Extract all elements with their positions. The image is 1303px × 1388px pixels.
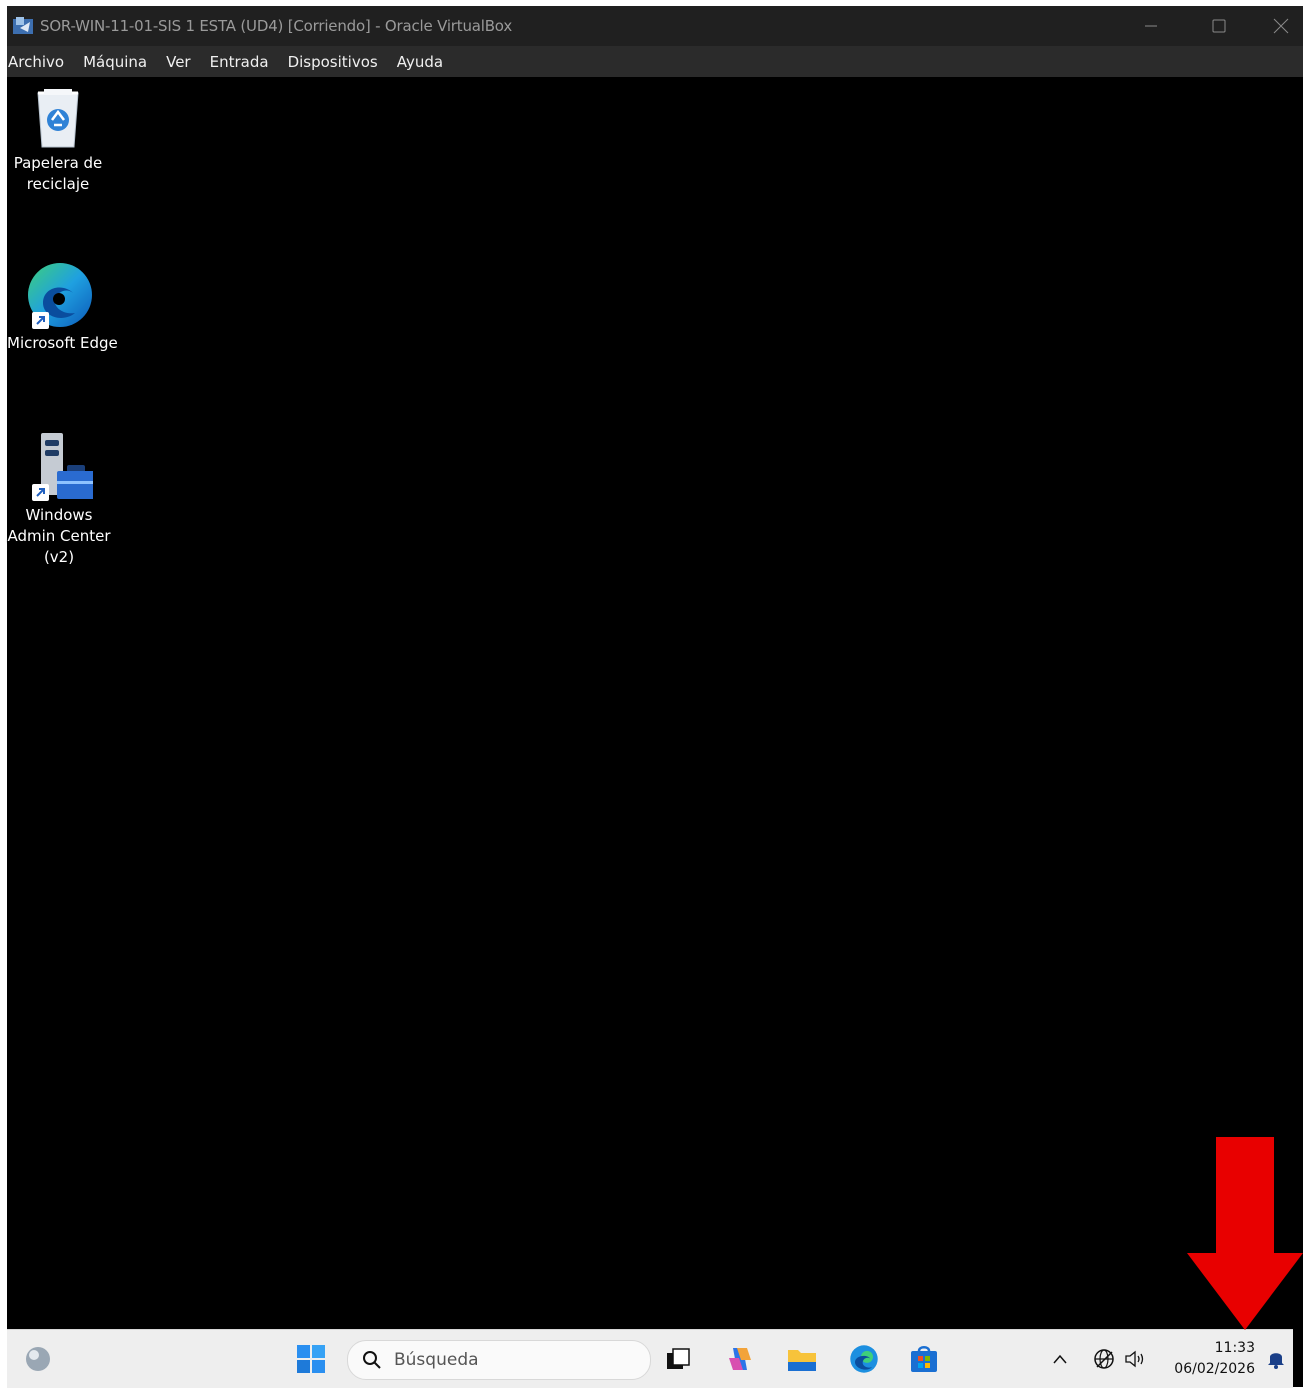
menu-archivo[interactable]: Archivo bbox=[8, 53, 74, 71]
clock-date: 06/02/2026 bbox=[1174, 1361, 1255, 1377]
edge-label: Microsoft Edge bbox=[7, 334, 118, 352]
file-explorer-icon bbox=[788, 1350, 816, 1371]
weather-icon bbox=[26, 1347, 50, 1371]
notifications-button[interactable] bbox=[1259, 1342, 1293, 1376]
maximize-icon bbox=[1212, 19, 1226, 33]
search-box[interactable]: Búsqueda bbox=[347, 1340, 651, 1380]
store-icon bbox=[911, 1346, 937, 1372]
title-bar[interactable]: SOR-WIN-11-01-SIS 1 ESTA (UD4) [Corriend… bbox=[7, 6, 1303, 46]
copilot-icon bbox=[729, 1348, 751, 1370]
close-button[interactable] bbox=[1259, 6, 1303, 46]
desktop[interactable]: Papelera de reciclaje Microsoft Edge Win… bbox=[7, 77, 1293, 1329]
clock[interactable]: 11:33 06/02/2026 bbox=[1174, 1338, 1255, 1380]
task-view-button[interactable] bbox=[661, 1342, 695, 1376]
bell-icon bbox=[1268, 1353, 1284, 1369]
recycle-bin-label: Papelera de reciclaje bbox=[13, 154, 103, 193]
clock-time: 11:33 bbox=[1214, 1340, 1255, 1356]
menu-ayuda[interactable]: Ayuda bbox=[397, 53, 453, 71]
start-icon bbox=[297, 1345, 325, 1373]
store-button[interactable] bbox=[907, 1342, 941, 1376]
menu-entrada[interactable]: Entrada bbox=[210, 53, 279, 71]
minimize-icon bbox=[1145, 25, 1157, 27]
red-down-arrow bbox=[1187, 1137, 1303, 1330]
widgets-button[interactable] bbox=[21, 1342, 55, 1376]
window-title: SOR-WIN-11-01-SIS 1 ESTA (UD4) [Corriend… bbox=[40, 17, 513, 35]
volume-icon bbox=[1125, 1350, 1144, 1368]
desktop-icon-admin-center[interactable]: Windows Admin Center (v2) bbox=[7, 431, 111, 568]
network-button[interactable] bbox=[1087, 1342, 1121, 1376]
menu-maquina[interactable]: Máquina bbox=[83, 53, 157, 71]
tray-overflow-button[interactable] bbox=[1043, 1342, 1077, 1376]
minimize-button[interactable] bbox=[1129, 6, 1173, 46]
chevron-up-icon bbox=[1053, 1354, 1067, 1364]
edge-icon bbox=[850, 1345, 878, 1373]
desktop-icon-recycle-bin[interactable]: Papelera de reciclaje bbox=[7, 87, 109, 195]
menu-ver[interactable]: Ver bbox=[166, 53, 201, 71]
close-icon bbox=[1273, 18, 1289, 34]
virtualbox-window: SOR-WIN-11-01-SIS 1 ESTA (UD4) [Corriend… bbox=[7, 6, 1303, 1388]
task-view-icon bbox=[667, 1348, 690, 1369]
file-explorer-button[interactable] bbox=[785, 1342, 819, 1376]
admin-center-label: Windows Admin Center (v2) bbox=[7, 506, 111, 566]
menu-dispositivos[interactable]: Dispositivos bbox=[288, 53, 388, 71]
maximize-button[interactable] bbox=[1197, 6, 1241, 46]
shortcut-arrow-icon bbox=[32, 484, 49, 501]
taskbar: Búsqueda 11:33 06/02/2026 bbox=[7, 1329, 1293, 1388]
search-placeholder: Búsqueda bbox=[394, 1350, 479, 1370]
volume-button[interactable] bbox=[1119, 1342, 1153, 1376]
recycle-bin-icon bbox=[37, 89, 79, 148]
search-icon bbox=[363, 1351, 381, 1369]
start-button[interactable] bbox=[294, 1342, 328, 1376]
network-icon bbox=[1094, 1349, 1114, 1369]
edge-taskbar-button[interactable] bbox=[847, 1342, 881, 1376]
desktop-icon-edge[interactable]: Microsoft Edge bbox=[7, 259, 118, 354]
virtualbox-icon bbox=[13, 17, 33, 34]
menu-bar: Archivo Máquina Ver Entrada Dispositivos… bbox=[7, 46, 1303, 77]
shortcut-arrow-icon bbox=[32, 312, 49, 329]
copilot-button[interactable] bbox=[723, 1342, 757, 1376]
